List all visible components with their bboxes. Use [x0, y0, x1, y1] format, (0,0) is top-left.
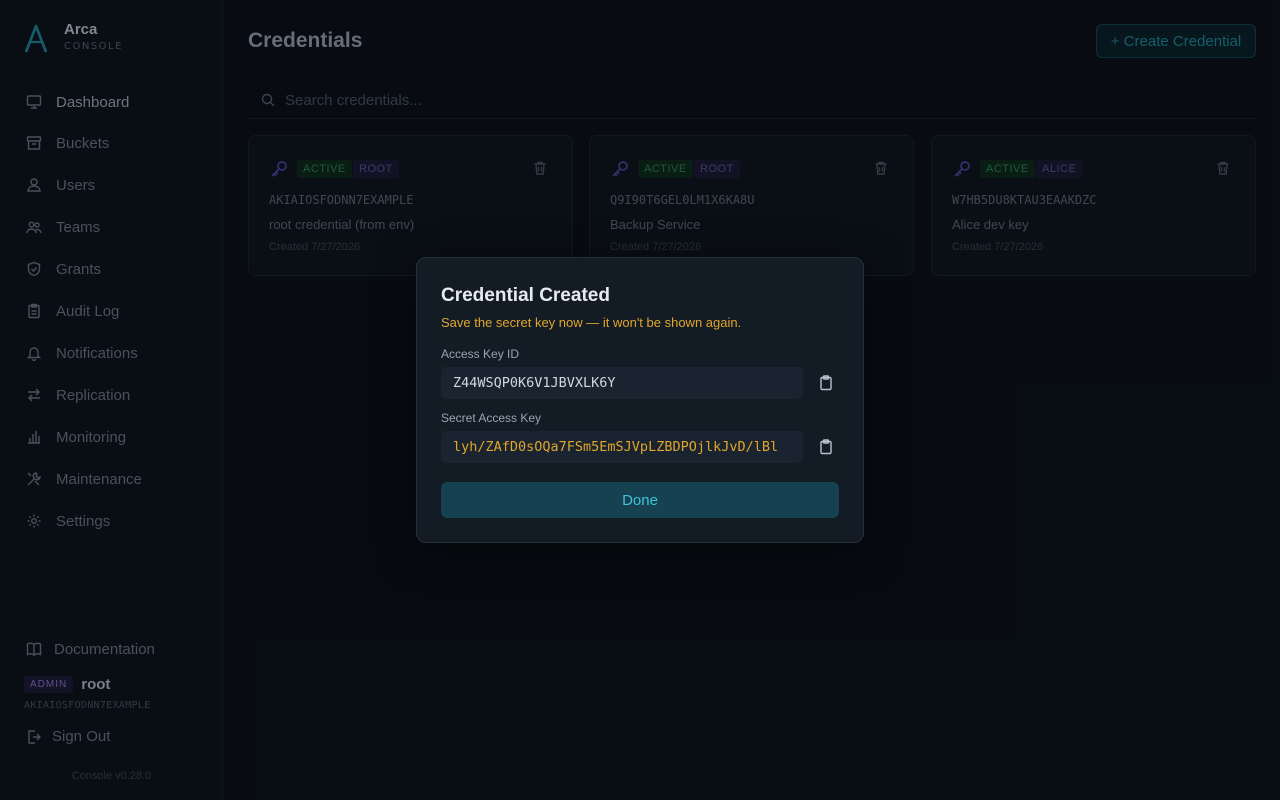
copy-secret-key-icon[interactable]: [817, 438, 835, 456]
secret-key-label: Secret Access Key: [441, 411, 542, 425]
copy-access-key-icon[interactable]: [817, 374, 835, 392]
access-key-label: Access Key ID: [441, 347, 520, 361]
dialog-title: Credential Created: [441, 285, 610, 306]
secret-key-field[interactable]: lyh/ZAfD0sOQa7FSm5EmSJVpLZBDPOjlkJvD/lBl: [441, 431, 803, 463]
credential-created-dialog: Credential Created Save the secret key n…: [416, 257, 864, 543]
done-button[interactable]: Done: [441, 482, 839, 518]
dialog-warning: Save the secret key now — it won't be sh…: [441, 315, 742, 330]
access-key-field[interactable]: Z44WSQP0K6V1JBVXLK6Y: [441, 367, 803, 399]
